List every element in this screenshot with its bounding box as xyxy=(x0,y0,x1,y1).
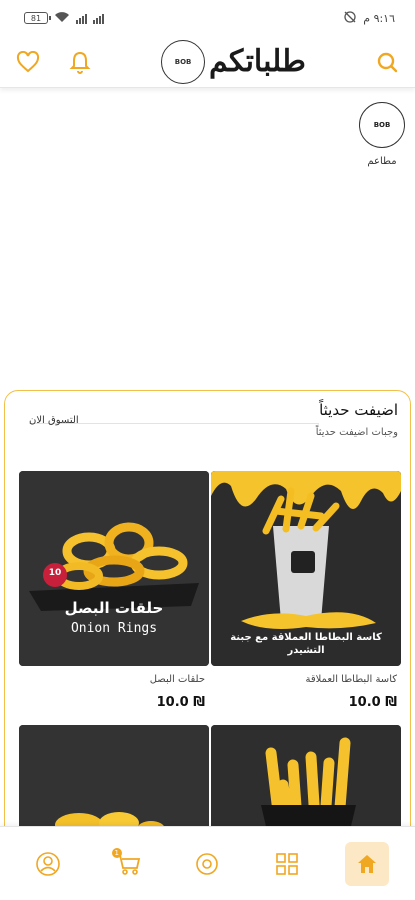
app-logo[interactable]: BOB طلباتكم xyxy=(161,39,307,84)
search-icon[interactable] xyxy=(373,48,401,76)
giant-fries-caption: كاسة البطاطا العملاقة مع جبنة التشيدر xyxy=(230,632,382,656)
grid-icon xyxy=(276,852,299,875)
nav-categories[interactable] xyxy=(265,842,309,886)
app-header: BOB طلباتكم xyxy=(0,36,415,88)
status-bar: 81 ٩:١٦ م xyxy=(0,0,415,36)
product-price: 10.0 ₪ xyxy=(348,695,397,710)
nav-profile[interactable] xyxy=(26,842,70,886)
section-subtitle: وجبات اضيفت حديثاً xyxy=(315,427,398,438)
bottom-navigation: 1 xyxy=(0,826,415,900)
logo-badge: BOB xyxy=(161,39,206,84)
onion-rings-image: حلقات البصل Onion Rings 10 xyxy=(19,471,209,666)
header-actions xyxy=(14,48,94,76)
mute-icon xyxy=(343,10,357,27)
product-name: حلقات البصل xyxy=(149,674,205,685)
product-card-giant-fries[interactable]: كاسة البطاطا العملاقة مع جبنة التشيدر كا… xyxy=(211,471,401,710)
user-icon xyxy=(36,851,60,876)
new-items-section: اضيفت حديثاً وجبات اضيفت حديثاً التسوق ا… xyxy=(4,390,411,900)
signal-icon-2 xyxy=(93,13,104,24)
nav-cart[interactable]: 1 xyxy=(106,842,150,886)
status-left: 81 xyxy=(24,11,104,26)
favorites-heart-icon[interactable] xyxy=(14,48,42,76)
product-name: كاسة البطاطا العملاقة xyxy=(305,674,397,685)
status-right: ٩:١٦ م xyxy=(343,10,395,27)
battery-icon: 81 xyxy=(24,12,51,24)
signal-icon xyxy=(76,13,87,24)
restaurant-category[interactable]: BOB مطاعم xyxy=(357,102,407,167)
notifications-bell-icon[interactable] xyxy=(66,48,94,76)
section-title: اضيفت حديثاً xyxy=(319,401,398,419)
cart-count-badge: 1 xyxy=(111,847,122,858)
section-header: اضيفت حديثاً وجبات اضيفت حديثاً xyxy=(316,401,398,438)
product-card-onion-rings[interactable]: حلقات البصل Onion Rings 10 حلقات البصل 1… xyxy=(19,471,209,710)
restaurant-label: مطاعم xyxy=(367,156,397,167)
onion-rings-tag: 10 xyxy=(48,568,62,578)
onion-rings-caption-ar: حلقات البصل xyxy=(64,599,164,617)
logo-text: طلباتكم xyxy=(209,43,307,79)
home-icon xyxy=(358,854,377,873)
product-price: 10.0 ₪ xyxy=(156,695,205,710)
compass-icon xyxy=(196,852,219,875)
nav-home[interactable] xyxy=(345,841,390,886)
onion-rings-caption-en: Onion Rings xyxy=(70,621,158,636)
nav-explore[interactable] xyxy=(185,842,229,886)
wifi-icon xyxy=(54,11,70,26)
battery-level: 81 xyxy=(30,13,42,23)
giant-fries-image: كاسة البطاطا العملاقة مع جبنة التشيدر xyxy=(211,471,401,666)
status-time: ٩:١٦ م xyxy=(363,11,395,25)
shop-now-link[interactable]: التسوق الان xyxy=(29,415,79,426)
restaurant-logo: BOB xyxy=(359,102,405,148)
